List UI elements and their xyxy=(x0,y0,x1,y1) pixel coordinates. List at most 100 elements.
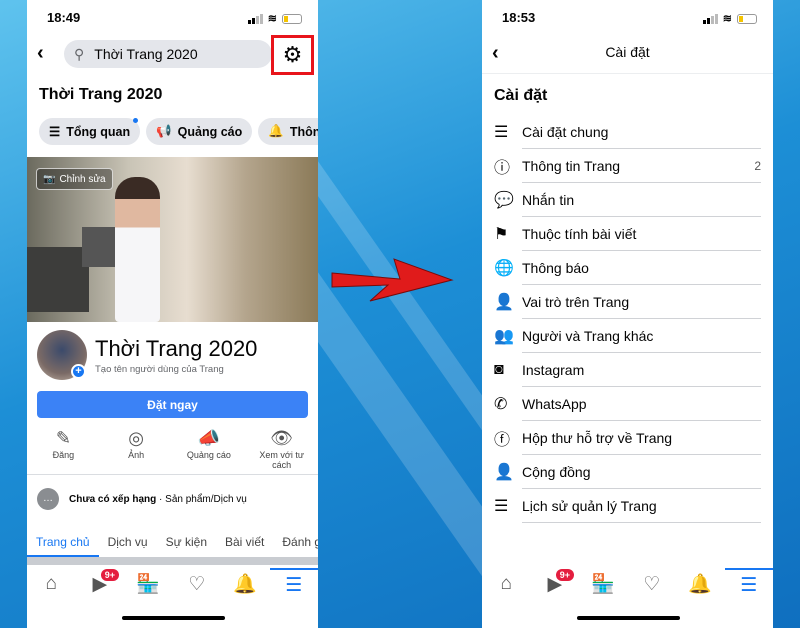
tab-posts[interactable]: Bài viết xyxy=(216,535,273,557)
post-action[interactable]: ✎ Đăng xyxy=(27,428,100,470)
header-title: Cài đặt xyxy=(605,44,650,60)
settings-item-label: Hộp thư hỗ trợ về Trang xyxy=(522,421,761,455)
bell-icon: 🔔 xyxy=(268,124,284,138)
settings-item[interactable]: ☰ Cài đặt chung xyxy=(494,115,761,149)
section-title: Cài đặt xyxy=(494,87,548,104)
settings-list: ☰ Cài đặt chung ⓘ Thông tin Trang 2 💬 Nhắn tin… xyxy=(494,115,761,523)
edit-label: Chỉnh sửa xyxy=(59,173,106,185)
settings-item-label: Nhắn tin xyxy=(522,183,761,217)
tab-events[interactable]: Sự kiện xyxy=(157,535,216,557)
settings-item[interactable]: ⚑ Thuộc tính bài viết xyxy=(494,217,761,251)
red-arrow xyxy=(331,258,454,302)
tab-services[interactable]: Dịch vụ xyxy=(99,535,157,557)
bottom-nav: ⌂ ▶ 9+ 🏪 ♡ 🔔 ☰ xyxy=(482,568,773,600)
settings-item-label: Cộng đồng xyxy=(522,455,761,489)
nav-watch[interactable]: ▶ 9+ xyxy=(531,568,580,600)
settings-item[interactable]: 👤 Cộng đồng xyxy=(494,455,761,489)
store-icon: 🏪 xyxy=(591,574,616,595)
nav-notifications[interactable]: 🔔 xyxy=(676,568,725,600)
chip-overview[interactable]: ☰ Tổng quan xyxy=(39,118,141,145)
chat-icon: 💬 xyxy=(494,192,514,209)
settings-item-label: Cài đặt chung xyxy=(522,115,761,149)
page-screen: 18:49 ≋ ‹ ⚲ Thời Trang 2020 ⚙ Thời Trang… xyxy=(27,0,318,628)
nav-watch[interactable]: ▶ 9+ xyxy=(76,568,125,600)
settings-item[interactable]: ⓘ Thông tin Trang 2 xyxy=(494,149,761,183)
book-now-button[interactable]: Đặt ngay xyxy=(37,391,308,418)
chip-label: Tổng quan xyxy=(66,124,131,139)
home-indicator xyxy=(122,616,225,620)
eye-icon: 👁 xyxy=(270,428,294,448)
status-bar: 18:53 ≋ xyxy=(482,10,773,28)
chip-label: Quảng cáo xyxy=(177,124,243,139)
action-label: Đăng xyxy=(52,450,75,460)
camera-icon: ◎ xyxy=(128,428,144,448)
add-photo-icon[interactable]: + xyxy=(71,364,86,379)
battery-icon xyxy=(737,13,757,24)
nav-home[interactable]: ⌂ xyxy=(482,568,531,600)
nav-dating[interactable]: ♡ xyxy=(173,568,222,600)
view-as-action[interactable]: 👁 Xem với tư cách xyxy=(245,428,318,470)
status-bar: 18:49 ≋ xyxy=(27,10,318,28)
settings-item[interactable]: ✆ WhatsApp xyxy=(494,387,761,421)
settings-button[interactable]: ⚙ xyxy=(271,35,314,75)
username-link[interactable]: Tạo tên người dùng của Trang xyxy=(95,364,224,375)
settings-item-label: Người và Trang khác xyxy=(522,319,761,353)
heart-icon: ♡ xyxy=(188,573,206,595)
search-icon: ⚲ xyxy=(74,45,85,62)
home-icon: ⌂ xyxy=(500,573,512,594)
back-button[interactable]: ‹ xyxy=(37,42,44,65)
person-icon: 👤 xyxy=(494,464,514,481)
bottom-nav: ⌂ ▶ 9+ 🏪 ♡ 🔔 ☰ xyxy=(27,568,318,600)
tab-home[interactable]: Trang chủ xyxy=(27,535,99,557)
battery-icon xyxy=(282,13,302,24)
bell-icon: 🔔 xyxy=(688,574,713,595)
bell-icon: 🔔 xyxy=(233,574,258,595)
settings-item[interactable]: 👤 Vai trò trên Trang xyxy=(494,285,761,319)
nav-dating[interactable]: ♡ xyxy=(628,568,677,600)
nav-marketplace[interactable]: 🏪 xyxy=(579,568,628,600)
category-text: Sản phẩm/Dịch vụ xyxy=(165,493,247,505)
edit-cover-button[interactable]: 📷 Chỉnh sửa xyxy=(36,168,113,190)
status-time: 18:53 xyxy=(502,10,536,25)
status-time: 18:49 xyxy=(47,10,81,25)
chip-ads[interactable]: 📢 Quảng cáo xyxy=(146,118,253,145)
menu-icon: ☰ xyxy=(285,574,303,596)
settings-item[interactable]: ◙ Instagram xyxy=(494,353,761,387)
review-icon: … xyxy=(37,488,59,510)
info-icon: ⓘ xyxy=(494,160,511,177)
action-label: Xem với tư cách xyxy=(259,450,304,470)
tab-reviews[interactable]: Đánh g xyxy=(273,535,318,557)
cover-photo: 📷 Chỉnh sửa xyxy=(27,157,318,322)
search-input[interactable]: ⚲ Thời Trang 2020 xyxy=(64,40,272,68)
item-count: 2 xyxy=(754,159,761,173)
notification-badge: 9+ xyxy=(100,569,119,581)
settings-item[interactable]: 👥 Người và Trang khác xyxy=(494,319,761,353)
action-label: Quảng cáo xyxy=(186,450,231,460)
settings-item-label: Thông tin Trang xyxy=(522,149,761,183)
settings-item[interactable]: 🌐 Thông báo xyxy=(494,251,761,285)
planter xyxy=(27,247,89,312)
heart-icon: ♡ xyxy=(643,573,661,595)
ads-action[interactable]: 📣 Quảng cáo xyxy=(173,428,246,470)
nav-notifications[interactable]: 🔔 xyxy=(221,568,270,600)
home-icon: ⌂ xyxy=(45,573,57,594)
settings-item[interactable]: ⓕ Hộp thư hỗ trợ về Trang xyxy=(494,421,761,455)
chip-notifications[interactable]: 🔔 Thông bá xyxy=(258,118,318,145)
settings-list-icon: ☰ xyxy=(494,498,509,515)
facebook-icon: ⓕ xyxy=(494,432,511,449)
settings-item[interactable]: 💬 Nhắn tin xyxy=(494,183,761,217)
person-icon: 👤 xyxy=(494,294,514,311)
settings-list-icon: ☰ xyxy=(494,124,509,141)
settings-item-label: Lịch sử quản lý Trang xyxy=(522,489,761,523)
notification-dot xyxy=(133,118,139,123)
megaphone-icon: 📢 xyxy=(156,124,172,138)
chip-label: Thông bá xyxy=(289,124,318,139)
nav-marketplace[interactable]: 🏪 xyxy=(124,568,173,600)
nav-menu[interactable]: ☰ xyxy=(724,568,773,600)
photo-action[interactable]: ◎ Ảnh xyxy=(100,428,173,470)
nav-home[interactable]: ⌂ xyxy=(27,568,76,600)
settings-item-label: Instagram xyxy=(522,353,761,387)
settings-item[interactable]: ☰ Lịch sử quản lý Trang xyxy=(494,489,761,523)
nav-menu[interactable]: ☰ xyxy=(269,568,318,600)
store-icon: 🏪 xyxy=(136,574,161,595)
